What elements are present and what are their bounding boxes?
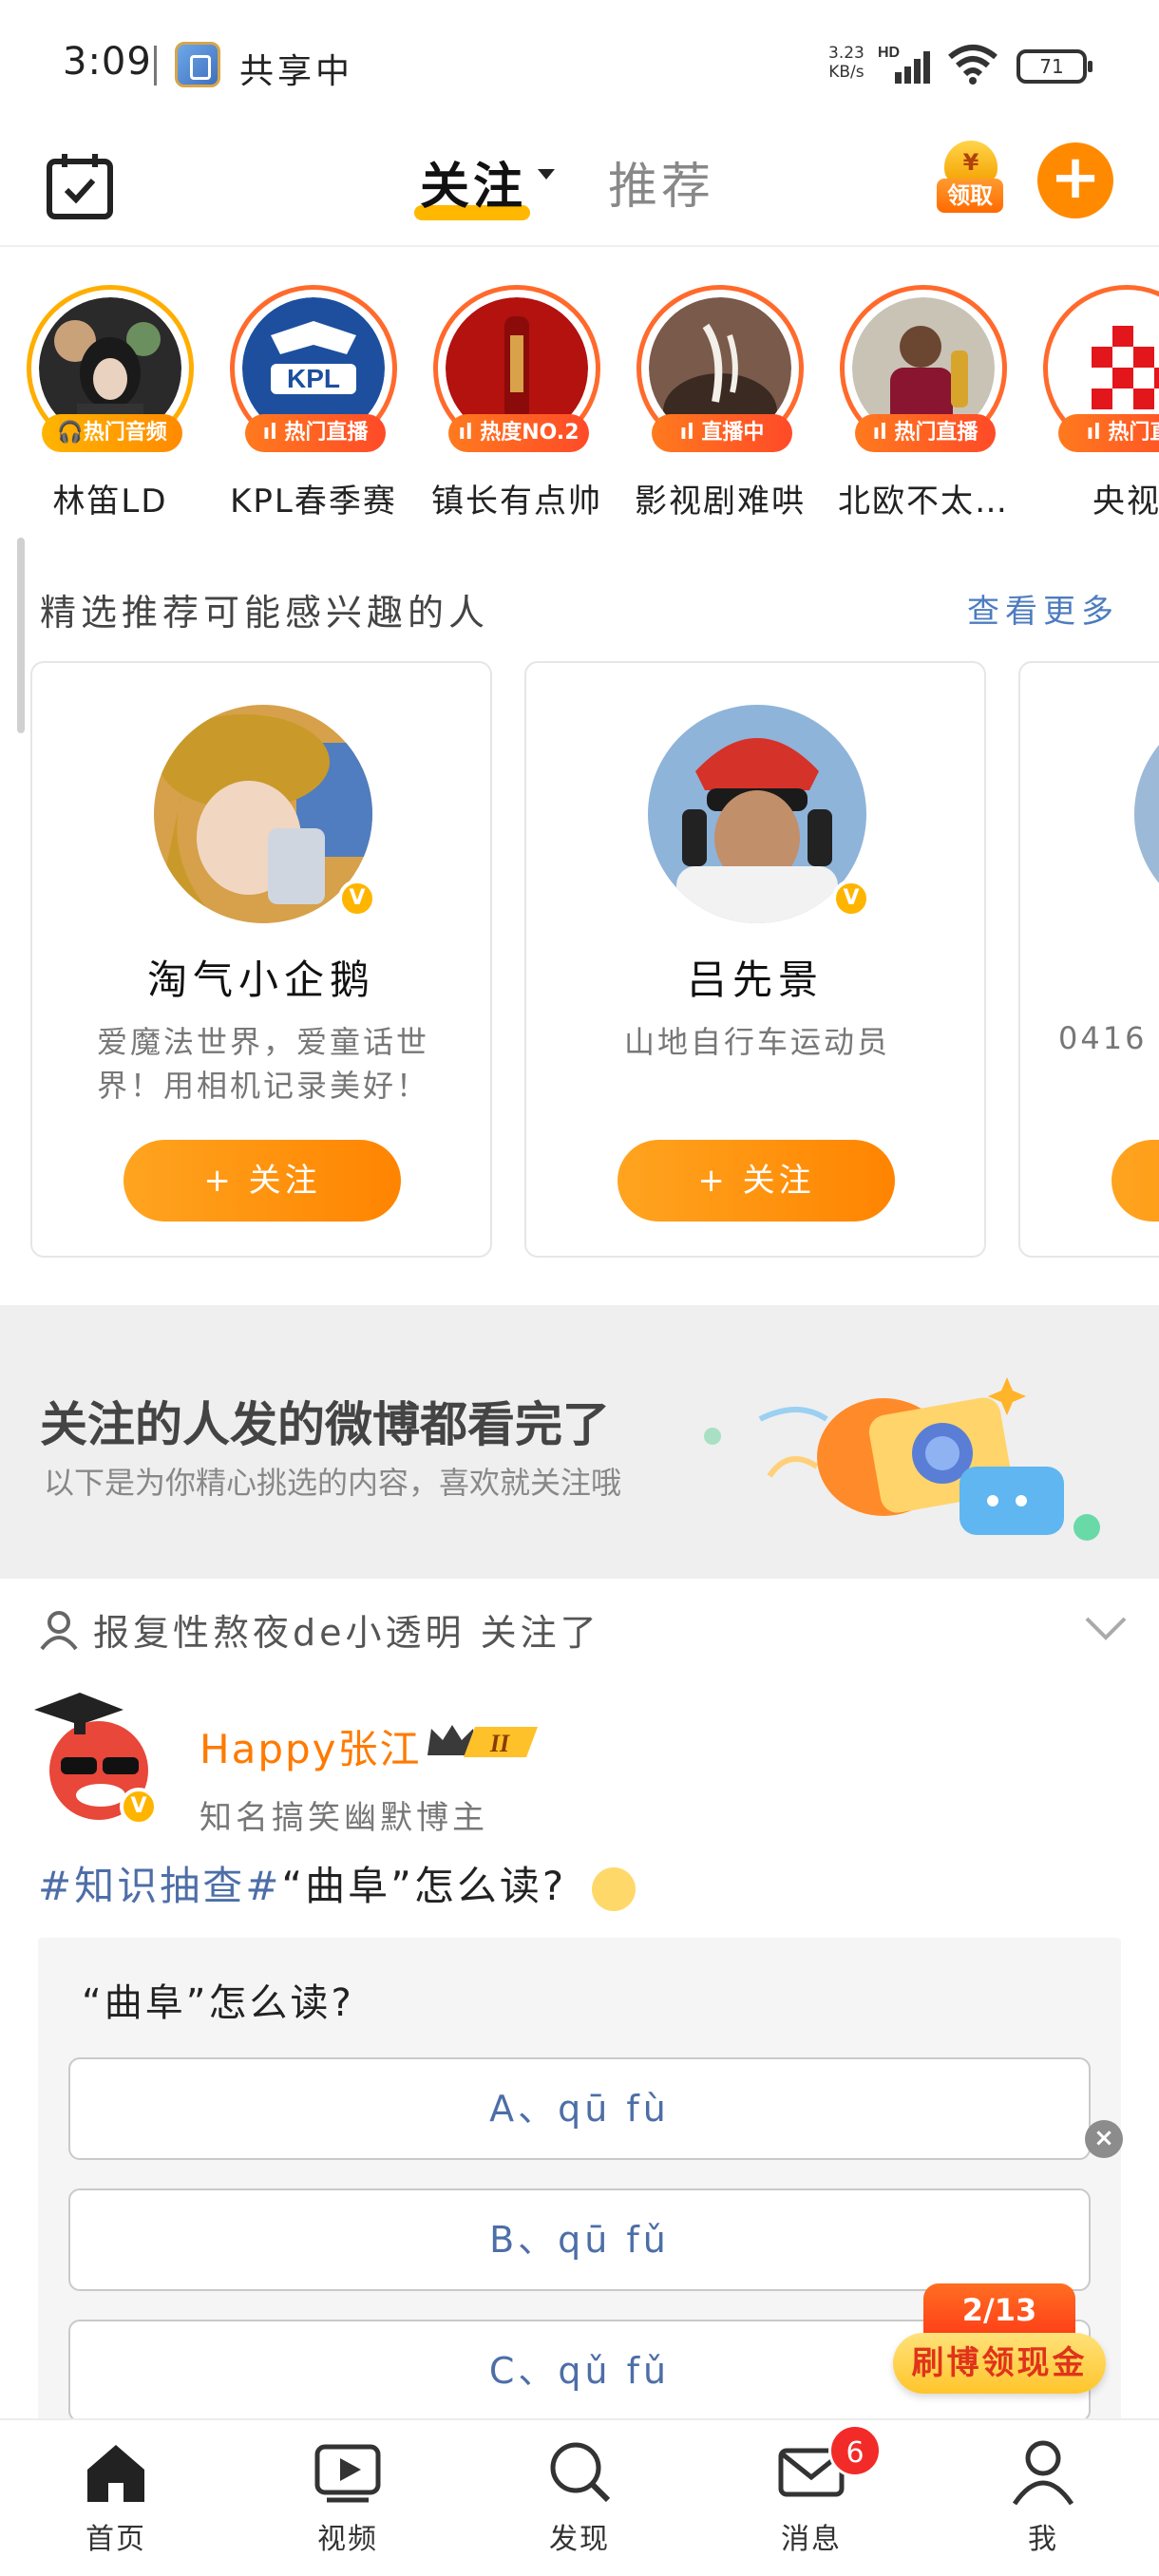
network-speed-value: 3.23	[828, 44, 864, 63]
close-icon[interactable]: ×	[1085, 2120, 1123, 2158]
recommend-desc: 0416	[1058, 1020, 1148, 1056]
hot-name: 影视剧难哄	[635, 483, 806, 521]
hot-badge: ıl 热度NO.2	[448, 414, 589, 452]
recommend-desc: 爱魔法世界，爱童话世界！用相机记录美好！	[96, 1024, 429, 1104]
status-bar: 3:09 共享中 3.23 KB/s HD 71	[0, 0, 1159, 133]
banner-subtitle: 以下是为你精心挑选的内容，喜欢就关注哦	[44, 1465, 622, 1501]
share-status: 共享中	[239, 52, 354, 91]
battery-indicator: 71	[1016, 49, 1092, 84]
post-text: #知识抽查#“曲阜”怎么读?	[38, 1854, 636, 1912]
feed-context: 报复性熬夜de小透明 关注了	[93, 1612, 600, 1654]
nav-video[interactable]: 视频	[272, 2437, 424, 2570]
camera-chat-illustration	[704, 1377, 1100, 1541]
cash-reward-button[interactable]: 刷博领现金	[893, 2333, 1106, 2394]
nav-profile[interactable]: 我	[967, 2437, 1119, 2570]
hot-badge: ıl 直播中	[652, 414, 792, 452]
see-more-link[interactable]: 查看更多	[967, 585, 1119, 632]
nav-label: 视频	[317, 2523, 378, 2556]
hot-name: 北欧不太…	[838, 483, 1009, 521]
hot-badge: ıl 热门直播	[855, 414, 996, 452]
hot-name: KPL春季赛	[230, 483, 397, 521]
nav-home[interactable]: 首页	[40, 2437, 192, 2570]
post-topic[interactable]: #知识抽查#	[38, 1863, 281, 1909]
scroll-indicator	[17, 538, 25, 733]
follow-button[interactable]: + 关注	[124, 1140, 401, 1222]
quiz-option-b[interactable]: B、qū fǔ	[68, 2188, 1091, 2291]
all-read-banner: 关注的人发的微博都看完了 以下是为你精心挑选的内容，喜欢就关注哦	[0, 1305, 1159, 1579]
screen-share-icon	[175, 42, 220, 87]
quiz-option-a[interactable]: A、qū fù	[68, 2057, 1091, 2160]
thinking-emoji-icon	[591, 1866, 636, 1911]
network-type-label: HD	[878, 45, 900, 61]
home-icon	[87, 2445, 144, 2502]
bottom-nav: 首页 视频 发现 6 消息 我	[0, 2418, 1159, 2576]
recommend-name: 吕先景	[686, 957, 824, 1003]
hot-name: 镇长有点帅	[431, 483, 602, 521]
hot-item[interactable]: ıl 热度NO.2 镇长有点帅	[407, 285, 610, 532]
member-level-badge: II	[428, 1725, 538, 1757]
top-header: 关注 推荐 ¥ 领取 +	[0, 133, 1159, 247]
video-icon	[314, 2444, 381, 2503]
signal-icon: HD	[878, 45, 930, 84]
status-divider	[154, 46, 157, 85]
profile-icon	[1012, 2440, 1074, 2506]
post-author[interactable]: Happy张江	[200, 1717, 422, 1775]
avatar	[1134, 705, 1159, 923]
chevron-down-icon[interactable]	[538, 169, 555, 180]
chevron-down-icon[interactable]	[1083, 1615, 1129, 1641]
nav-label: 我	[1028, 2523, 1058, 2556]
post-text-body: “曲阜”怎么读?	[281, 1863, 567, 1909]
calendar-check-icon[interactable]	[44, 150, 116, 222]
reward-label: 领取	[937, 179, 1003, 213]
nav-discover[interactable]: 发现	[504, 2437, 656, 2570]
hot-name: 林笛LD	[52, 483, 168, 521]
tab-recommend[interactable]: 推荐	[608, 146, 714, 218]
recommend-card[interactable]: V 吕先景 山地自行车运动员 + 关注	[524, 661, 986, 1258]
nav-messages[interactable]: 6 消息	[735, 2424, 887, 2570]
recommend-section-title: 精选推荐可能感兴趣的人	[40, 592, 490, 634]
hot-badge: ıl 热门直播	[245, 414, 386, 452]
banner-title: 关注的人发的微博都看完了	[40, 1397, 610, 1452]
unread-badge: 6	[828, 2424, 882, 2477]
hot-badge: 🎧热门音频	[42, 414, 182, 452]
verified-icon: V	[120, 1788, 158, 1826]
recommend-card[interactable]: V 淘气小企鹅 爱魔法世界，爱童话世界！用相机记录美好！ + 关注	[30, 661, 492, 1258]
follow-button[interactable]: + 关注	[618, 1140, 895, 1222]
hot-item[interactable]: KPL ıl 热门直播 KPL春季赛	[203, 285, 407, 532]
person-icon	[40, 1611, 78, 1651]
status-time: 3:09	[63, 40, 152, 84]
verified-icon: V	[338, 880, 376, 918]
recommend-desc: 山地自行车运动员	[623, 1024, 890, 1060]
network-speed: 3.23 KB/s	[828, 44, 864, 82]
wifi-icon	[948, 45, 998, 85]
recommend-card[interactable]: 0416	[1018, 661, 1159, 1258]
hot-item[interactable]: ıl 热门直播 北欧不太…	[813, 285, 1016, 532]
follow-button[interactable]	[1112, 1140, 1159, 1222]
svg-text:KPL: KPL	[287, 364, 340, 393]
hot-badge: ıl 热门直	[1058, 414, 1159, 452]
hot-item[interactable]: ıl 直播中 影视剧难哄	[610, 285, 813, 532]
nav-label: 发现	[549, 2523, 610, 2556]
network-speed-unit: KB/s	[828, 63, 864, 82]
member-level-label: II	[489, 1730, 510, 1757]
hot-item[interactable]: 🎧热门音频 林笛LD	[0, 285, 203, 532]
tab-follow[interactable]: 关注	[420, 146, 526, 218]
nav-label: 消息	[781, 2523, 842, 2556]
nav-label: 首页	[86, 2523, 146, 2556]
recommend-name: 淘气小企鹅	[146, 957, 375, 1003]
verified-icon: V	[832, 880, 870, 918]
quiz-question: “曲阜”怎么读?	[82, 1981, 354, 2025]
hot-name: 央视	[1092, 483, 1159, 521]
cash-progress[interactable]: 2/13	[923, 2283, 1075, 2337]
hot-item[interactable]: ıl 热门直 央视	[1016, 285, 1159, 532]
post-author-desc: 知名搞笑幽默博主	[200, 1799, 488, 1837]
search-icon	[550, 2442, 611, 2503]
hot-accounts-strip[interactable]: 🎧热门音频 林笛LD KPL ıl 热门直播 KPL春季赛 ıl 热度NO.2 …	[0, 285, 1159, 532]
add-button[interactable]: +	[1037, 142, 1113, 218]
reward-button[interactable]: ¥ 领取	[937, 141, 1003, 220]
